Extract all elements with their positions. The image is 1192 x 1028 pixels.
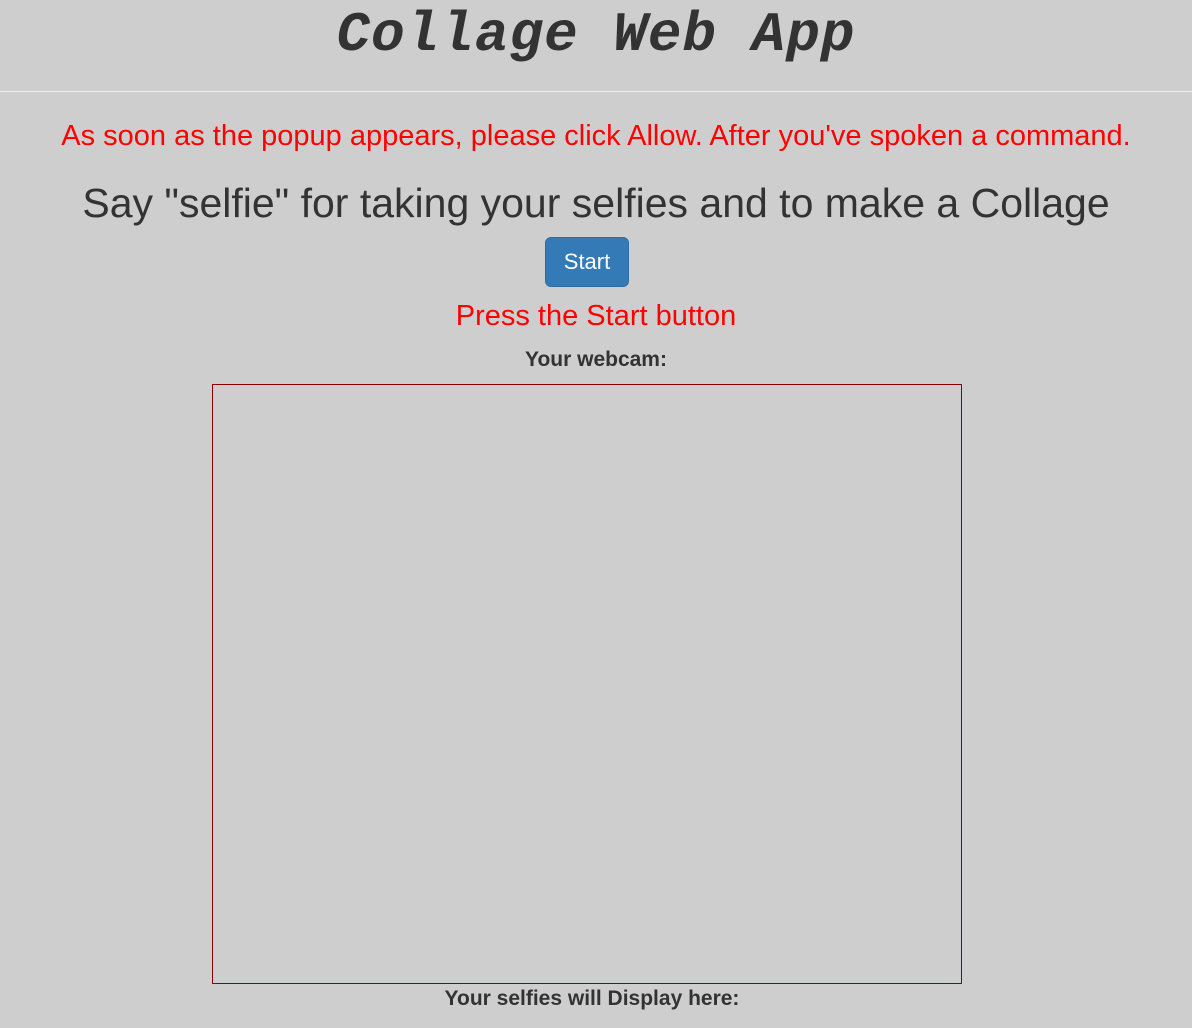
selfies-label: Your selfies will Display here: — [444, 987, 740, 1010]
webcam-label: Your webcam: — [525, 348, 667, 371]
page: Collage Web App As soon as the popup app… — [0, 0, 1192, 1028]
webcam-video — [212, 384, 962, 984]
status-text: Press the Start button — [455, 300, 737, 332]
header: Collage Web App — [0, 0, 1192, 92]
voice-command-headline: Say "selfie" for taking your selfies and… — [82, 180, 1110, 226]
app-title: Collage Web App — [336, 3, 856, 67]
permission-instruction: As soon as the popup appears, please cli… — [61, 120, 1131, 152]
start-button[interactable]: Start — [545, 237, 629, 287]
